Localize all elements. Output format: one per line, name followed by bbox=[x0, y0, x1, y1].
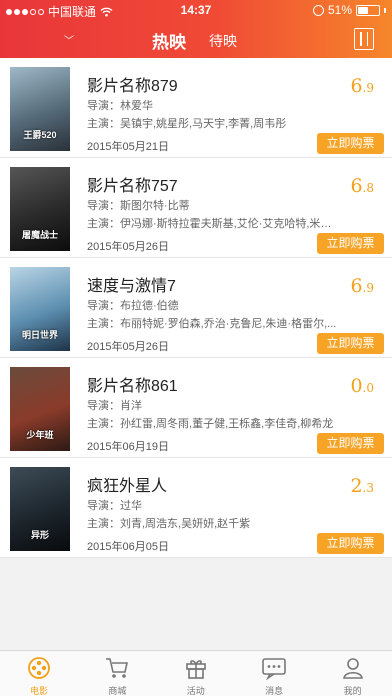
tab-label: 活动 bbox=[186, 686, 205, 696]
tab-gift[interactable]: 活动 bbox=[157, 651, 235, 696]
movie-title[interactable]: 影片名称879 bbox=[87, 72, 178, 96]
movie-poster[interactable]: 屠魔战士 bbox=[10, 167, 70, 251]
poster-title: 屠魔战士 bbox=[21, 230, 58, 240]
movie-rating: 0.0 bbox=[350, 375, 374, 397]
tab-label: 消息 bbox=[265, 686, 284, 696]
rotation-lock-icon bbox=[312, 4, 324, 16]
movie-item[interactable]: 异形 疯狂外星人 2.3 导演：过华 主演：刘青,周浩东,吴妍妍,赵千紫 201… bbox=[0, 458, 392, 558]
buy-ticket-button[interactable]: 立即购票 bbox=[317, 433, 384, 454]
status-right: 51% bbox=[312, 3, 386, 17]
movie-poster[interactable]: 明日世界 bbox=[10, 267, 70, 351]
movie-cast: 主演：孙红雷,周冬雨,董子健,王栎鑫,李佳奇,柳希龙 bbox=[87, 418, 334, 430]
battery-icon bbox=[356, 4, 380, 16]
tab-person[interactable]: 我的 bbox=[314, 651, 392, 696]
movie-rating: 6.8 bbox=[350, 175, 374, 197]
buy-ticket-button[interactable]: 立即购票 bbox=[317, 233, 384, 254]
movie-cast: 主演：刘青,周浩东,吴妍妍,赵千紫 bbox=[87, 518, 251, 530]
release-date: 2015年05月26日 bbox=[87, 341, 169, 353]
message-icon bbox=[235, 656, 313, 680]
movie-title[interactable]: 速度与激情7 bbox=[87, 272, 176, 296]
movie-title[interactable]: 影片名称861 bbox=[87, 372, 178, 396]
poster-title: 明日世界 bbox=[21, 330, 58, 340]
tab-coming-soon[interactable]: 待映 bbox=[209, 31, 237, 51]
tab-message[interactable]: 消息 bbox=[235, 651, 313, 696]
movie-poster[interactable]: 异形 bbox=[10, 467, 70, 551]
battery-percent: 51% bbox=[327, 3, 352, 17]
release-date: 2015年05月26日 bbox=[87, 241, 169, 253]
movie-cast: 主演：布丽特妮·罗伯森,乔治·克鲁尼,朱迪·格雷尔,... bbox=[87, 318, 337, 330]
movie-director: 导演：布拉德·伯德 bbox=[87, 300, 179, 312]
tab-label: 商城 bbox=[108, 686, 127, 696]
buy-ticket-button[interactable]: 立即购票 bbox=[317, 533, 384, 554]
movie-title[interactable]: 影片名称757 bbox=[87, 172, 178, 196]
bottom-tab-bar: 电影 商城 活动 消息 我的 bbox=[0, 650, 392, 696]
buy-ticket-button[interactable]: 立即购票 bbox=[317, 133, 384, 154]
filter-icon[interactable] bbox=[354, 28, 374, 50]
person-icon bbox=[314, 656, 392, 680]
movie-director: 导演：肖洋 bbox=[87, 400, 142, 412]
status-bar: 中国联通 14:37 51% bbox=[0, 0, 392, 20]
tab-cart[interactable]: 商城 bbox=[78, 651, 156, 696]
nav-bar: ﹀ 热映 待映 bbox=[0, 20, 392, 58]
release-date: 2015年05月21日 bbox=[87, 141, 169, 153]
tab-film-reel[interactable]: 电影 bbox=[0, 651, 78, 696]
movie-title[interactable]: 疯狂外星人 bbox=[87, 472, 167, 496]
movie-rating: 6.9 bbox=[350, 275, 374, 297]
movie-poster[interactable]: 王爵520 bbox=[10, 67, 70, 151]
movie-poster[interactable]: 少年班 bbox=[10, 367, 70, 451]
release-date: 2015年06月05日 bbox=[87, 541, 169, 553]
tab-now-showing[interactable]: 热映 bbox=[152, 28, 186, 53]
movie-director: 导演：过华 bbox=[87, 500, 142, 512]
movie-director: 导演：林爱华 bbox=[87, 100, 153, 112]
movie-item[interactable]: 明日世界 速度与激情7 6.9 导演：布拉德·伯德 主演：布丽特妮·罗伯森,乔治… bbox=[0, 258, 392, 358]
poster-title: 王爵520 bbox=[23, 130, 57, 140]
chevron-down-icon[interactable]: ﹀ bbox=[64, 32, 74, 47]
movie-cast: 主演：伊冯娜·斯特拉霍夫斯基,艾伦·艾克哈特,米兰... bbox=[87, 218, 337, 230]
poster-title: 异形 bbox=[30, 530, 49, 540]
movie-rating: 2.3 bbox=[350, 475, 374, 497]
cart-icon bbox=[78, 656, 156, 680]
release-date: 2015年06月19日 bbox=[87, 441, 169, 453]
tab-label: 电影 bbox=[29, 686, 48, 696]
poster-title: 少年班 bbox=[26, 430, 54, 440]
film-reel-icon bbox=[0, 656, 78, 680]
movie-item[interactable]: 王爵520 影片名称879 6.9 导演：林爱华 主演：吴镇宇,姚星彤,马天宇,… bbox=[0, 58, 392, 158]
buy-ticket-button[interactable]: 立即购票 bbox=[317, 333, 384, 354]
tab-label: 我的 bbox=[343, 686, 362, 696]
gift-icon bbox=[157, 656, 235, 680]
movie-cast: 主演：吴镇宇,姚星彤,马天宇,李菁,周韦彤 bbox=[87, 118, 287, 130]
movie-item[interactable]: 屠魔战士 影片名称757 6.8 导演：斯图尔特·比蒂 主演：伊冯娜·斯特拉霍夫… bbox=[0, 158, 392, 258]
app-header: 中国联通 14:37 51% ﹀ 热映 待映 bbox=[0, 0, 392, 58]
movie-director: 导演：斯图尔特·比蒂 bbox=[87, 200, 190, 212]
movie-rating: 6.9 bbox=[350, 75, 374, 97]
movie-item[interactable]: 少年班 影片名称861 0.0 导演：肖洋 主演：孙红雷,周冬雨,董子健,王栎鑫… bbox=[0, 358, 392, 458]
